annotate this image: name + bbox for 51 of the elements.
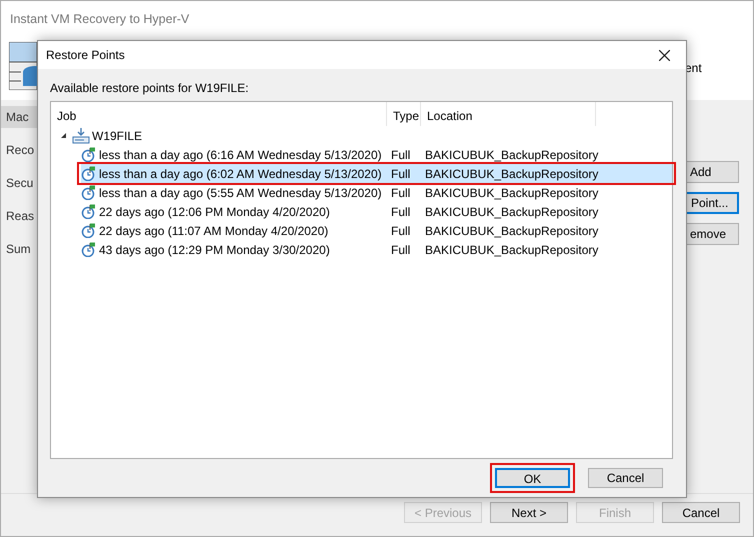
restore-point-icon xyxy=(81,185,96,200)
restore-point-row[interactable]: 22 days ago (12:06 PM Monday 4/20/2020) Full BAKICUBUK_BackupRepository xyxy=(81,202,672,221)
job-cell-text: less than a day ago (6:16 AM Wednesday 5/13/2020) xyxy=(99,146,382,164)
expand-toggle-icon[interactable] xyxy=(60,132,67,139)
type-cell-text: Full xyxy=(390,242,412,258)
wizard-step[interactable]: Reas xyxy=(1,205,38,227)
prompt-label: Available restore points for W19FILE: xyxy=(50,80,250,97)
restore-point-icon xyxy=(81,166,96,181)
wizard-step[interactable]: Reco xyxy=(1,139,38,161)
location-cell-text: BAKICUBUK_BackupRepository xyxy=(424,204,598,220)
column-header[interactable]: Job xyxy=(51,102,387,126)
window-title: Instant VM Recovery to Hyper-V xyxy=(9,11,190,28)
location-cell-text: BAKICUBUK_BackupRepository xyxy=(424,242,598,258)
dialog-title: Restore Points xyxy=(46,47,125,64)
dialog-button[interactable]: OK xyxy=(495,468,570,488)
side-button[interactable]: Add xyxy=(685,161,739,183)
column-header[interactable]: Type xyxy=(387,102,421,126)
job-cell-text: 43 days ago (12:29 PM Monday 3/30/2020) xyxy=(99,242,330,258)
wizard-step[interactable]: Sum xyxy=(1,238,38,260)
wizard-button[interactable]: Cancel xyxy=(662,502,740,523)
dialog-button[interactable]: Cancel xyxy=(588,468,663,488)
restore-point-icon xyxy=(81,204,96,219)
restore-point-row[interactable]: 43 days ago (12:29 PM Monday 3/30/2020) Full BAKICUBUK_BackupRepository xyxy=(81,240,672,259)
location-cell-text: BAKICUBUK_BackupRepository xyxy=(424,222,598,240)
type-cell-text: Full xyxy=(390,204,412,220)
column-header[interactable]: Location xyxy=(421,102,596,126)
restore-point-icon xyxy=(81,242,96,257)
location-cell-text: BAKICUBUK_BackupRepository xyxy=(424,146,598,164)
type-cell-text: Full xyxy=(390,166,412,182)
type-cell-text: Full xyxy=(390,184,412,202)
location-cell-text: BAKICUBUK_BackupRepository xyxy=(424,166,598,182)
restore-point-row[interactable]: less than a day ago (5:55 AM Wednesday 5/13/2020) Full BAKICUBUK_BackupRepository xyxy=(81,183,672,202)
wizard-step[interactable]: Mac xyxy=(1,106,38,128)
wizard-button[interactable]: Next > xyxy=(490,502,568,523)
restore-point-icon xyxy=(81,223,96,238)
restore-point-row[interactable]: less than a day ago (6:16 AM Wednesday 5/13/2020) Full BAKICUBUK_BackupRepository xyxy=(81,145,672,164)
job-cell-text: 22 days ago (12:06 PM Monday 4/20/2020) xyxy=(99,204,330,220)
close-icon[interactable] xyxy=(659,50,670,60)
restore-point-icon xyxy=(81,147,96,162)
type-cell-text: Full xyxy=(390,146,412,164)
wizard-step[interactable]: Secu xyxy=(1,172,38,194)
backup-job-icon xyxy=(72,128,90,144)
tree-node[interactable]: W19FILE xyxy=(92,126,142,144)
location-cell-text: BAKICUBUK_BackupRepository xyxy=(424,184,598,202)
job-cell-text: less than a day ago (6:02 AM Wednesday 5/13/2020) xyxy=(99,166,382,182)
job-cell-text: 22 days ago (11:07 AM Monday 4/20/2020) xyxy=(99,222,328,240)
restore-point-row[interactable]: 22 days ago (11:07 AM Monday 4/20/2020) Full BAKICUBUK_BackupRepository xyxy=(81,221,672,240)
side-button[interactable]: Point... xyxy=(685,192,739,214)
side-button[interactable]: emove xyxy=(685,223,739,245)
type-cell-text: Full xyxy=(390,222,412,240)
job-cell-text: less than a day ago (5:55 AM Wednesday 5/13/2020) xyxy=(99,184,382,202)
